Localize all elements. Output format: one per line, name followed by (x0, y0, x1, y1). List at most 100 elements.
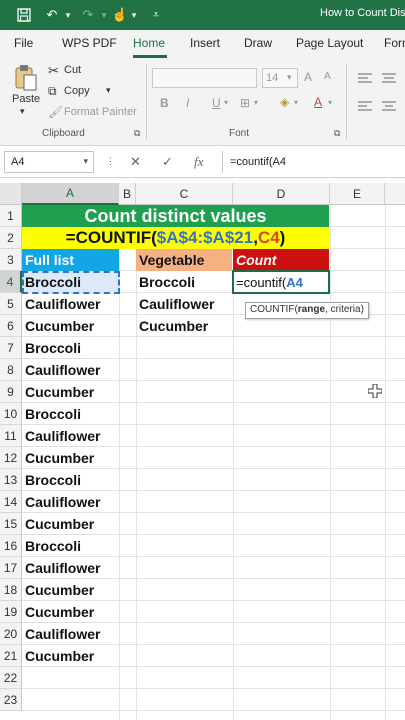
full-list-cell[interactable]: Cauliflower (22, 623, 119, 645)
column-header-f[interactable] (385, 183, 405, 205)
vegetable-cell[interactable]: Broccoli (136, 271, 233, 293)
tab-file[interactable]: File (14, 36, 33, 50)
underline-dropdown-icon[interactable]: ▾ (224, 98, 228, 107)
tab-home[interactable]: Home (133, 36, 165, 50)
row-header[interactable]: 19 (0, 601, 22, 623)
full-list-cell[interactable]: Broccoli (22, 403, 119, 425)
undo-dropdown-icon[interactable]: ▾ (58, 5, 78, 25)
header-vegetable[interactable]: Vegetable (136, 249, 232, 271)
row-header[interactable]: 10 (0, 403, 22, 425)
borders-icon[interactable]: ⊞ (240, 96, 250, 110)
row-header[interactable]: 1 (0, 205, 22, 227)
align-center-icon[interactable] (382, 98, 396, 116)
clipboard-launcher-icon[interactable]: ⧉ (134, 128, 140, 139)
full-list-cell[interactable]: Broccoli (22, 337, 119, 359)
align-top-icon[interactable] (358, 70, 372, 88)
formula-input[interactable] (224, 151, 405, 173)
header-count[interactable]: Count (233, 249, 329, 271)
row-header[interactable]: 7 (0, 337, 22, 359)
underline-button[interactable]: U (212, 96, 221, 110)
paste-dropdown-icon[interactable]: ▾ (20, 106, 25, 117)
bold-button[interactable]: B (160, 96, 169, 110)
row-header[interactable]: 22 (0, 667, 22, 689)
full-list-cell[interactable]: Cucumber (22, 447, 119, 469)
cut-button[interactable]: Cut (64, 64, 81, 76)
font-name-box[interactable] (152, 68, 257, 88)
row-header[interactable]: 21 (0, 645, 22, 667)
row-header[interactable]: 11 (0, 425, 22, 447)
tab-draw[interactable]: Draw (244, 36, 272, 50)
row-header[interactable]: 2 (0, 227, 22, 249)
row-header[interactable]: 5 (0, 293, 22, 315)
cut-icon[interactable]: ✂ (48, 63, 59, 79)
row-header[interactable]: 20 (0, 623, 22, 645)
full-list-cell[interactable]: Cauliflower (22, 293, 119, 315)
align-left-icon[interactable] (358, 98, 372, 116)
align-middle-icon[interactable] (382, 70, 396, 88)
fill-color-icon[interactable]: ◈ (280, 95, 289, 109)
font-size-box[interactable]: 14 ▾ (262, 68, 298, 88)
shrink-font-icon[interactable]: A (324, 71, 331, 82)
row-header[interactable]: 6 (0, 315, 22, 337)
full-list-cell[interactable]: Broccoli (22, 469, 119, 491)
tab-wps-pdf[interactable]: WPS PDF (62, 36, 117, 50)
tab-formulas[interactable]: Form (384, 36, 405, 50)
row-header[interactable]: 13 (0, 469, 22, 491)
italic-button[interactable]: I (186, 96, 189, 110)
vegetable-cell[interactable]: Cauliflower (136, 293, 233, 315)
cancel-entry-icon[interactable]: ✕ (130, 154, 141, 170)
tab-insert[interactable]: Insert (190, 36, 220, 50)
fill-color-dropdown-icon[interactable]: ▾ (294, 98, 298, 107)
grow-font-icon[interactable]: A (304, 70, 312, 84)
name-box-dropdown-icon[interactable]: ▾ (83, 156, 88, 167)
row-header[interactable]: 14 (0, 491, 22, 513)
paste-button[interactable]: Paste (12, 93, 40, 105)
formula-display-cell[interactable]: =COUNTIF($A$4:$A$21, C4) (22, 227, 329, 249)
row-header[interactable]: 16 (0, 535, 22, 557)
font-launcher-icon[interactable]: ⧉ (334, 128, 340, 139)
save-icon[interactable] (14, 5, 34, 25)
font-size-dropdown-icon[interactable]: ▾ (287, 72, 292, 83)
row-header[interactable]: 15 (0, 513, 22, 535)
copy-dropdown-icon[interactable]: ▾ (106, 85, 111, 96)
format-painter-button[interactable]: Format Painter (64, 106, 137, 118)
column-header-b[interactable]: B (119, 183, 136, 205)
confirm-entry-icon[interactable]: ✓ (162, 154, 173, 170)
copy-icon[interactable]: ⧉ (48, 84, 57, 99)
full-list-cell[interactable]: Cauliflower (22, 359, 119, 381)
row-header[interactable]: 4 (0, 271, 22, 293)
row-header[interactable]: 17 (0, 557, 22, 579)
header-full-list[interactable]: Full list (22, 249, 119, 271)
format-painter-icon[interactable]: 🖌 (48, 105, 63, 119)
editing-cell-d4[interactable]: =countif(A4 (232, 270, 330, 294)
column-header-a[interactable]: A (22, 183, 119, 205)
full-list-cell[interactable]: Cucumber (22, 513, 119, 535)
customize-toolbar-icon[interactable]: ⩡ (146, 5, 166, 25)
select-all-corner[interactable] (0, 183, 22, 205)
row-header[interactable]: 9 (0, 381, 22, 403)
full-list-cell[interactable]: Cucumber (22, 381, 119, 403)
column-header-d[interactable]: D (233, 183, 330, 205)
full-list-cell[interactable]: Cauliflower (22, 425, 119, 447)
tab-page-layout[interactable]: Page Layout (296, 36, 363, 50)
row-header[interactable]: 23 (0, 689, 22, 711)
row-header[interactable]: 18 (0, 579, 22, 601)
touch-dropdown-icon[interactable]: ▾ (124, 5, 144, 25)
full-list-cell[interactable]: Cucumber (22, 645, 119, 667)
copy-button[interactable]: Copy (64, 85, 90, 97)
row-header[interactable]: 12 (0, 447, 22, 469)
full-list-cell[interactable]: Cauliflower (22, 491, 119, 513)
column-header-c[interactable]: C (136, 183, 233, 205)
sheet-title-cell[interactable]: Count distinct values (22, 205, 329, 227)
full-list-cell[interactable]: Broccoli (22, 271, 119, 293)
full-list-cell[interactable]: Cucumber (22, 601, 119, 623)
insert-function-button[interactable]: fx (194, 154, 203, 170)
borders-dropdown-icon[interactable]: ▾ (254, 98, 258, 107)
full-list-cell[interactable]: Cucumber (22, 579, 119, 601)
column-header-e[interactable]: E (330, 183, 385, 205)
full-list-cell[interactable]: Cucumber (22, 315, 119, 337)
font-color-dropdown-icon[interactable]: ▾ (328, 98, 332, 107)
font-color-icon[interactable]: A (314, 95, 322, 109)
name-box[interactable]: A4 ▾ (4, 151, 94, 173)
function-tooltip[interactable]: COUNTIF(range, criteria) (245, 302, 369, 319)
